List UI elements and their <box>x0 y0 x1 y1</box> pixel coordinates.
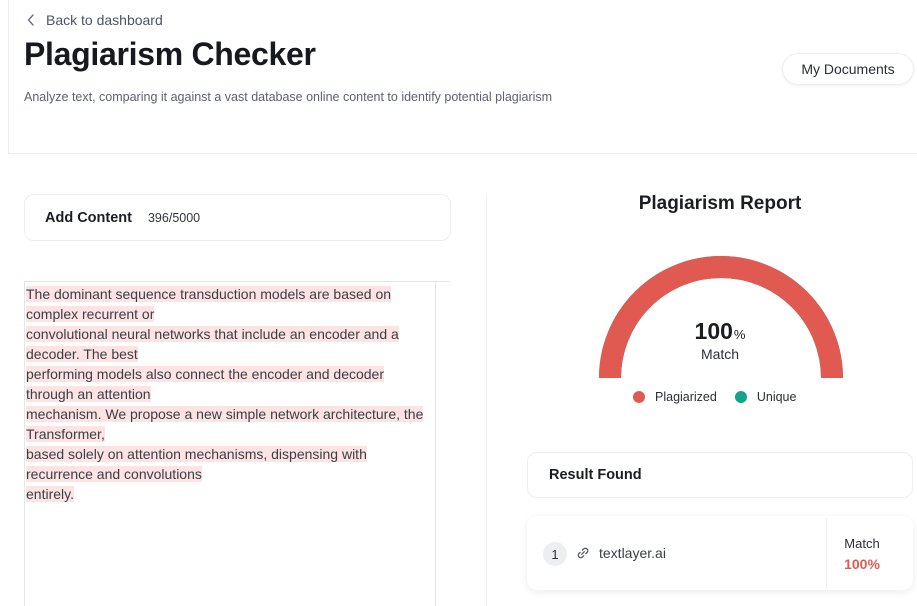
gauge-legend: Plagiarized Unique <box>633 390 814 404</box>
result-domain-link[interactable]: textlayer.ai <box>599 545 666 561</box>
header-divider <box>8 153 917 154</box>
character-count: 396/5000 <box>147 210 201 225</box>
result-match-label: Match <box>844 536 880 551</box>
back-link-label: Back to dashboard <box>46 12 163 28</box>
page-subtitle: Analyze text, comparing it against a vas… <box>24 90 553 104</box>
gauge-number: 100 <box>694 318 733 344</box>
results-title: Result Found <box>549 467 642 483</box>
gauge-value: 100% <box>660 318 780 345</box>
add-content-title: Add Content <box>45 209 132 226</box>
highlighted-text-line: mechanism. We propose a new simple netwo… <box>26 406 424 442</box>
results-header: Result Found <box>527 452 913 498</box>
panel-divider <box>486 194 487 606</box>
result-item[interactable]: 1 textlayer.ai Match 100% <box>527 516 913 590</box>
add-content-header: Add Content 396/5000 <box>24 194 451 241</box>
highlighted-text-line: convolutional neural networks that inclu… <box>26 326 399 362</box>
content-text: The dominant sequence transduction model… <box>26 284 426 504</box>
legend-label: Unique <box>756 390 797 404</box>
highlighted-text-line: The dominant sequence transduction model… <box>26 286 392 322</box>
highlighted-text-line: entirely. <box>26 486 74 502</box>
result-separator <box>826 518 827 588</box>
gauge-label: Match <box>700 346 740 362</box>
page-border <box>8 0 9 154</box>
result-index: 1 <box>543 542 567 566</box>
plagiarism-checker-page: Back to dashboard Plagiarism Checker Ana… <box>0 0 917 606</box>
page-title: Plagiarism Checker <box>24 36 316 72</box>
my-documents-button[interactable]: My Documents <box>782 53 914 85</box>
legend-item-unique: Unique <box>734 390 797 404</box>
content-text-area[interactable]: The dominant sequence transduction model… <box>24 281 450 606</box>
unique-dot <box>734 391 747 403</box>
gauge-unit: % <box>733 327 746 342</box>
highlighted-text-line: performing models also connect the encod… <box>26 366 384 402</box>
back-to-dashboard-link[interactable]: Back to dashboard <box>26 12 163 28</box>
legend-item-plagiarized: Plagiarized <box>633 390 717 404</box>
scrollbar[interactable] <box>435 282 436 606</box>
highlighted-text-line: based solely on attention mechanisms, di… <box>26 446 367 482</box>
result-match-value: 100% <box>844 556 880 572</box>
plagiarized-dot <box>633 391 645 403</box>
link-icon <box>577 547 589 559</box>
legend-label: Plagiarized <box>655 390 717 404</box>
chevron-left-icon <box>27 14 34 26</box>
report-title: Plagiarism Report <box>638 193 802 214</box>
